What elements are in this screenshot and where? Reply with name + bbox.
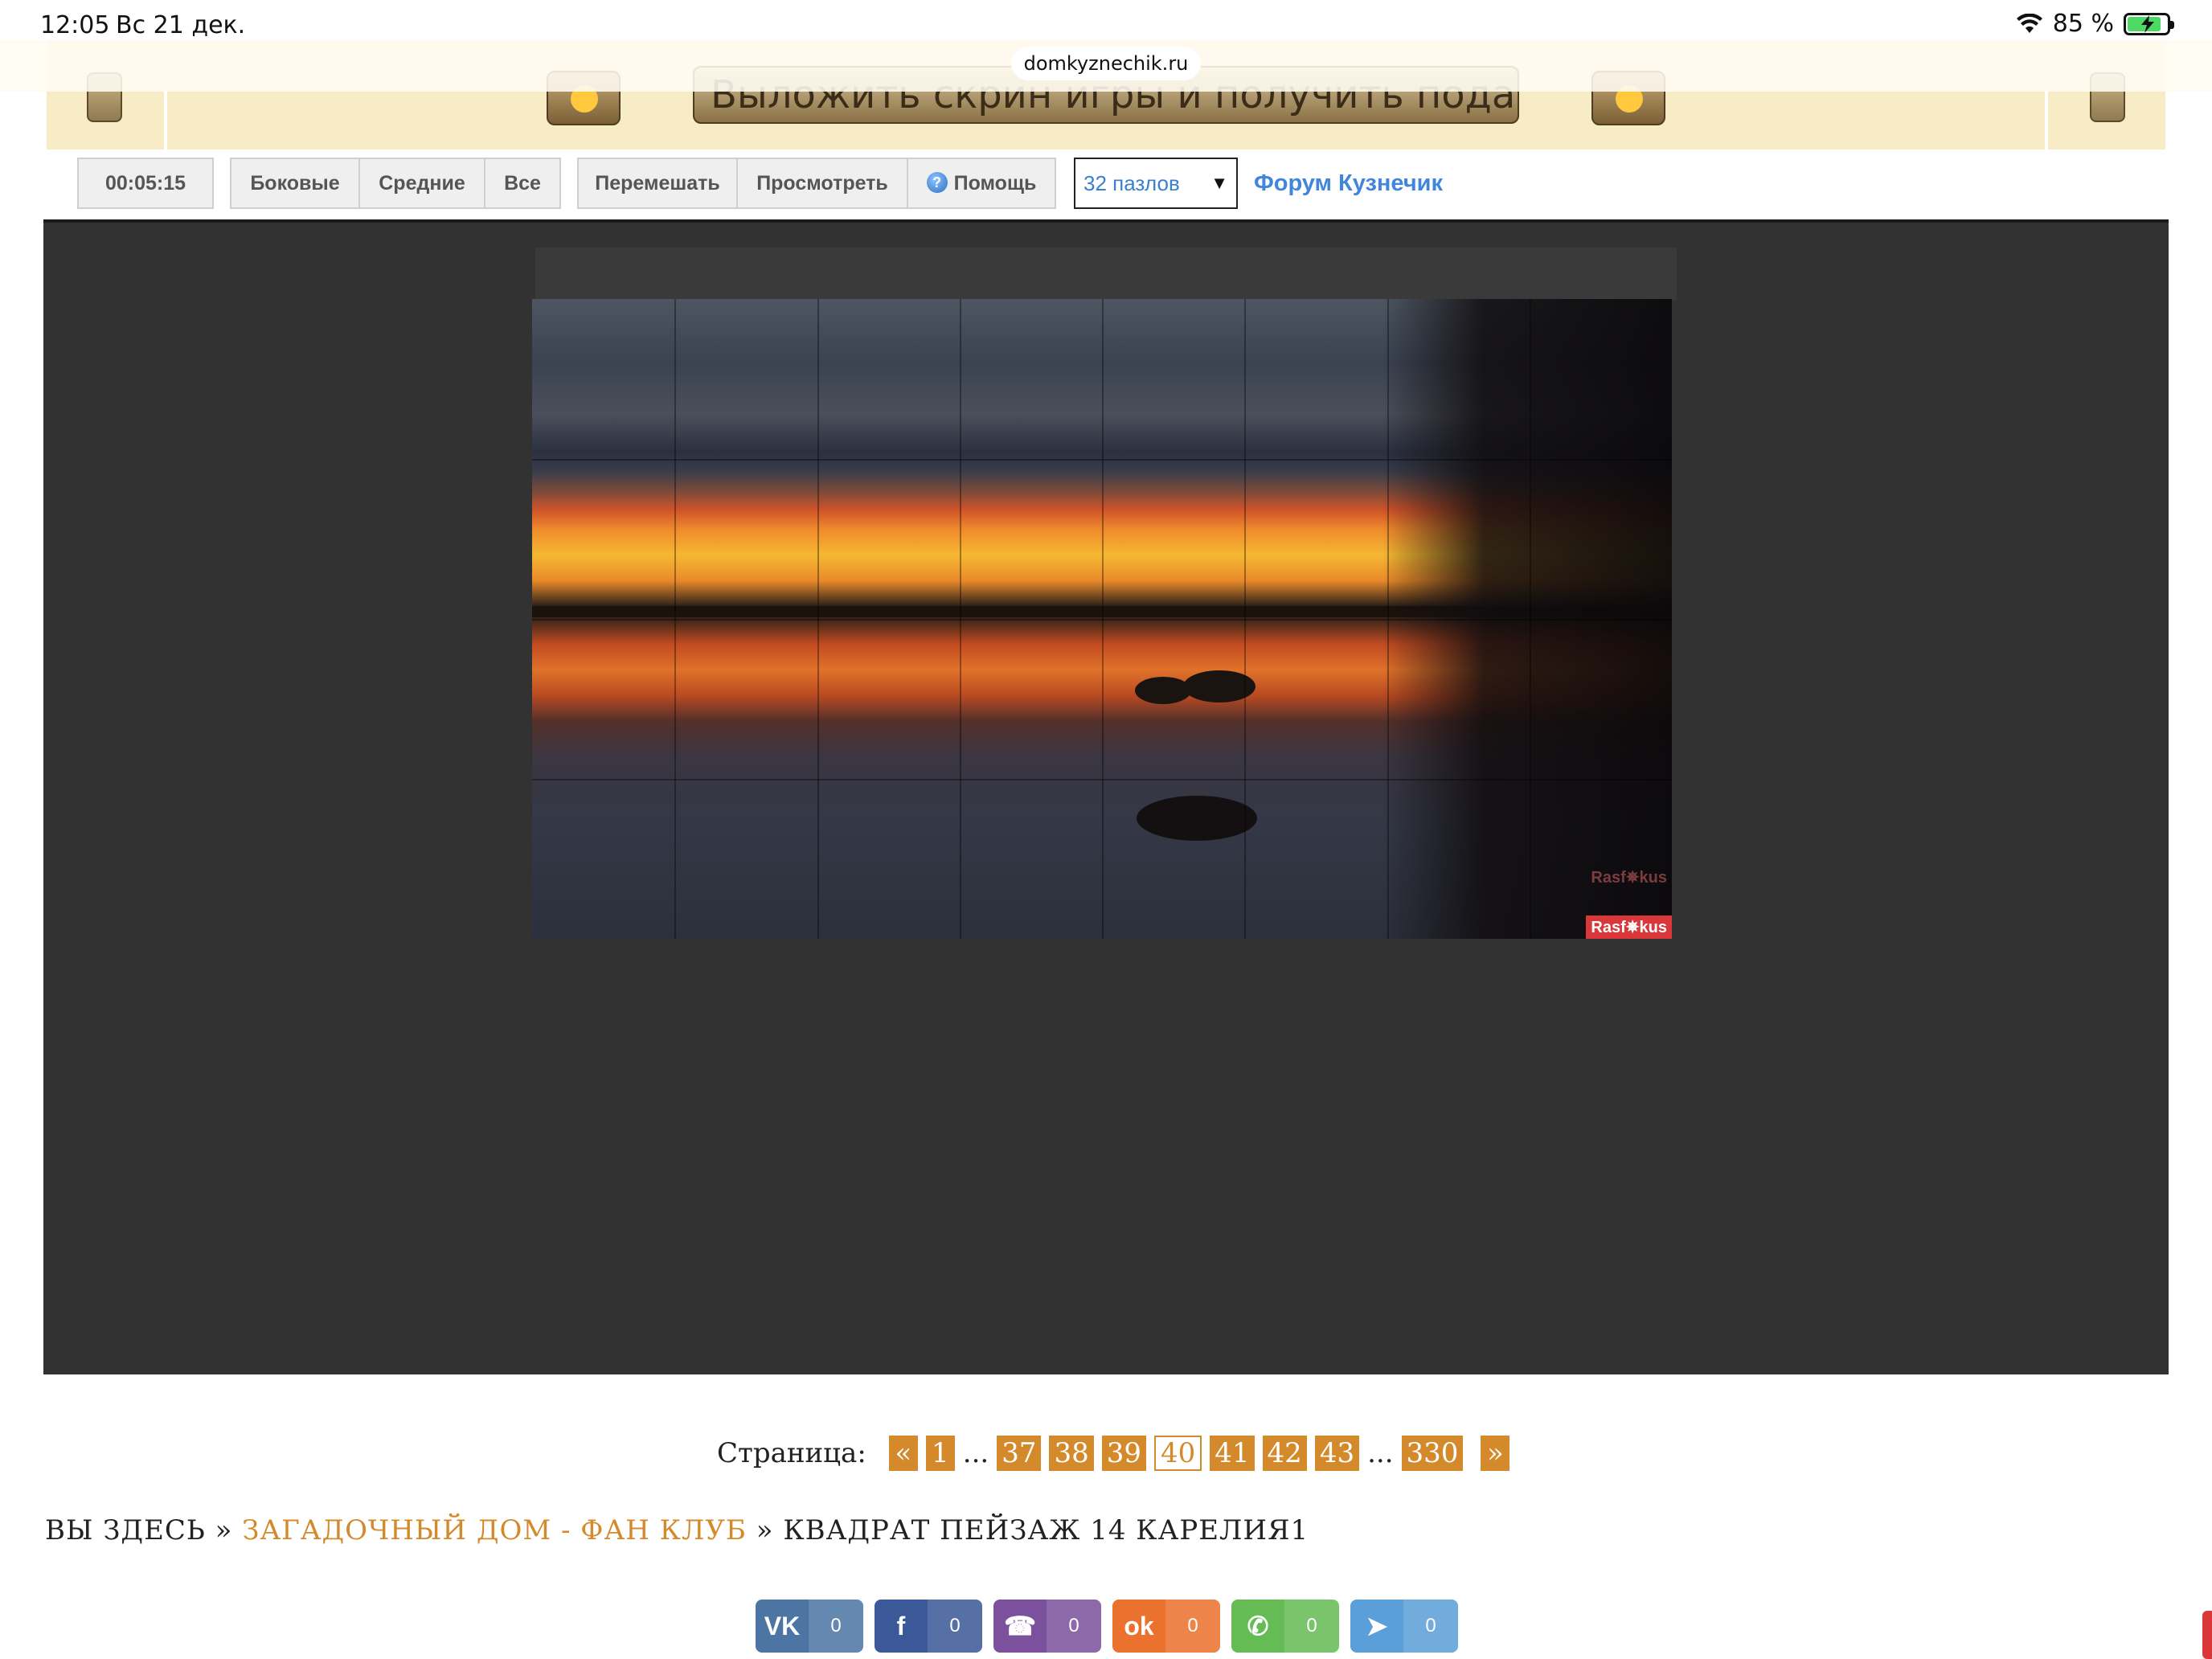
- share-count: 0: [809, 1600, 863, 1653]
- dropdown-arrow-icon: ▼: [1210, 173, 1228, 193]
- banner-divider: [164, 90, 167, 150]
- share-vk-button[interactable]: VK 0: [756, 1600, 863, 1653]
- share-count: 0: [1284, 1600, 1339, 1653]
- filter-side-button[interactable]: Боковые: [230, 158, 360, 209]
- watermark-ghost: Rasf✵kus: [1591, 869, 1667, 887]
- preview-button[interactable]: Просмотреть: [736, 158, 908, 209]
- share-count: 0: [928, 1600, 982, 1653]
- vk-icon: VK: [764, 1611, 801, 1641]
- odnoklassniki-icon: ok: [1124, 1611, 1154, 1641]
- share-telegram-button[interactable]: ➤ 0: [1350, 1600, 1458, 1653]
- battery-icon: [2124, 12, 2174, 35]
- breadcrumb: ВЫ ЗДЕСЬ » ЗАГАДОЧНЫЙ ДОМ - ФАН КЛУБ » К…: [45, 1514, 1309, 1546]
- pieces-select[interactable]: 32 пазлов ▼: [1074, 158, 1238, 209]
- pagination-ellipsis: ...: [1367, 1437, 1394, 1469]
- pagination-page[interactable]: 330: [1401, 1436, 1464, 1471]
- image-rock: [1137, 796, 1257, 841]
- charging-bolt-icon: [2141, 14, 2154, 33]
- pagination-prev[interactable]: «: [888, 1436, 918, 1471]
- pagination-label: Страница:: [717, 1437, 866, 1469]
- share-count: 0: [1165, 1600, 1220, 1653]
- pagination-current-page: 40: [1154, 1436, 1202, 1471]
- share-count: 0: [1403, 1600, 1458, 1653]
- breadcrumb-prefix: ВЫ ЗДЕСЬ: [45, 1514, 206, 1546]
- pagination-page[interactable]: 38: [1049, 1436, 1094, 1471]
- pagination-page[interactable]: 43: [1314, 1436, 1360, 1471]
- puzzle-grid-line: [532, 779, 1672, 780]
- puzzle-toolbar: 00:05:15 Боковые Средние Все Перемешать …: [0, 158, 2212, 214]
- pagination-page[interactable]: 41: [1210, 1436, 1255, 1471]
- pagination: Страница: « 1 ... 37 38 39 40 41 42 43 .…: [717, 1434, 1518, 1473]
- help-button[interactable]: ? Помощь: [907, 158, 1056, 209]
- puzzle-image[interactable]: Rasf✵kus Rasf✵kus: [532, 299, 1672, 939]
- facebook-icon: f: [896, 1611, 906, 1641]
- pagination-page[interactable]: 1: [925, 1436, 955, 1471]
- puzzle-grid-line: [532, 619, 1672, 621]
- share-facebook-button[interactable]: f0: [875, 1600, 982, 1653]
- pagination-page[interactable]: 37: [997, 1436, 1042, 1471]
- wifi-icon: [2016, 13, 2042, 33]
- status-right: 85 %: [2016, 10, 2174, 38]
- pagination-page[interactable]: 42: [1262, 1436, 1307, 1471]
- telegram-icon: ➤: [1366, 1612, 1388, 1641]
- side-widget-tab[interactable]: [2202, 1611, 2212, 1659]
- breadcrumb-separator: »: [756, 1514, 774, 1546]
- breadcrumb-current: КВАДРАТ ПЕЙЗАЖ 14 КАРЕЛИЯ1: [783, 1514, 1309, 1546]
- help-label: Помощь: [953, 172, 1037, 195]
- filter-all-button[interactable]: Все: [484, 158, 561, 209]
- url-pill[interactable]: domkyznechik.ru: [1011, 47, 1201, 80]
- puzzle-frame-shadow: [535, 248, 1677, 301]
- pagination-page[interactable]: 39: [1101, 1436, 1147, 1471]
- status-date: Вс 21 дек.: [116, 11, 246, 39]
- breadcrumb-separator: »: [215, 1514, 233, 1546]
- pieces-select-value: 32 пазлов: [1083, 171, 1180, 195]
- share-whatsapp-button[interactable]: ✆ 0: [1231, 1600, 1339, 1653]
- puzzle-grid-line: [532, 459, 1672, 461]
- image-rock: [1135, 677, 1191, 704]
- battery-percent: 85 %: [2052, 10, 2114, 38]
- status-time: 12:05: [40, 11, 110, 39]
- filter-middle-button[interactable]: Средние: [358, 158, 485, 209]
- viber-icon: ☎: [1004, 1612, 1036, 1641]
- forum-link[interactable]: Форум Кузнечик: [1254, 158, 1443, 209]
- share-viber-button[interactable]: ☎ 0: [993, 1600, 1101, 1653]
- share-count: 0: [1047, 1600, 1101, 1653]
- share-odnoklassniki-button[interactable]: ok 0: [1112, 1600, 1220, 1653]
- pagination-next[interactable]: »: [1481, 1436, 1510, 1471]
- timer-display: 00:05:15: [77, 158, 214, 209]
- breadcrumb-link-fan-club[interactable]: ЗАГАДОЧНЫЙ ДОМ - ФАН КЛУБ: [242, 1514, 747, 1546]
- whatsapp-icon: ✆: [1247, 1612, 1269, 1641]
- help-icon: ?: [926, 172, 948, 194]
- shuffle-button[interactable]: Перемешать: [577, 158, 738, 209]
- pagination-ellipsis: ...: [962, 1437, 989, 1469]
- watermark-logo: Rasf✵kus: [1586, 916, 1672, 939]
- banner-divider: [2045, 90, 2048, 150]
